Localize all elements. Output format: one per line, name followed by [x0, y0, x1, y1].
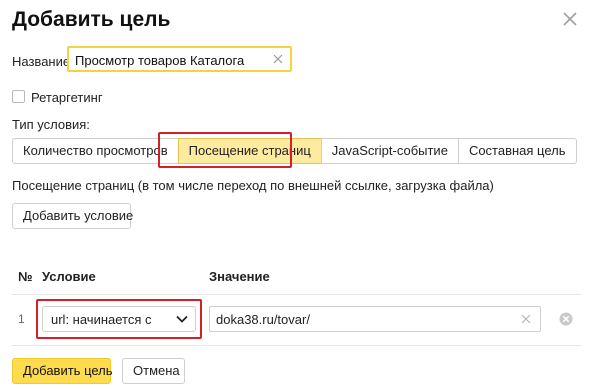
dialog-title: Добавить цель [12, 8, 171, 31]
remove-condition-icon[interactable] [559, 312, 573, 326]
column-header-num: № [18, 269, 33, 284]
condition-type-tabs: Количество просмотров Посещение страниц … [12, 138, 577, 164]
add-goal-button[interactable]: Добавить цель [12, 358, 113, 384]
add-condition-button[interactable]: Добавить условие [12, 203, 133, 229]
tab-page-visits[interactable]: Посещение страниц [177, 138, 322, 164]
condition-value-input[interactable]: doka38.ru/tovar/ [209, 306, 541, 332]
column-header-condition: Условие [42, 269, 96, 284]
cancel-button[interactable]: Отмена [122, 358, 185, 384]
tab-views-count[interactable]: Количество просмотров [12, 138, 179, 164]
condition-type-label: Тип условия: [12, 117, 90, 132]
tab-composite-goal[interactable]: Составная цель [457, 138, 577, 164]
name-label: Название [12, 54, 71, 69]
goal-name-input[interactable]: Просмотр товаров Каталога [67, 46, 292, 72]
retargeting-label: Ретаргетинг [31, 90, 103, 105]
row-number: 1 [18, 312, 25, 326]
clear-icon[interactable] [272, 53, 284, 65]
retargeting-checkbox[interactable] [12, 90, 25, 103]
close-icon[interactable] [561, 10, 579, 28]
condition-value: doka38.ru/tovar/ [216, 312, 310, 327]
clear-icon[interactable] [520, 313, 532, 325]
condition-select-value: url: начинается с [51, 312, 152, 327]
tab-javascript-event[interactable]: JavaScript-событие [320, 138, 459, 164]
condition-description: Посещение страниц (в том числе переход п… [12, 178, 494, 193]
condition-select[interactable]: url: начинается с [42, 306, 196, 332]
goal-name-value: Просмотр товаров Каталога [75, 53, 245, 68]
chevron-down-icon [176, 315, 188, 323]
add-goal-dialog: Добавить цель Название Просмотр товаров … [0, 0, 591, 392]
column-header-value: Значение [209, 269, 270, 284]
